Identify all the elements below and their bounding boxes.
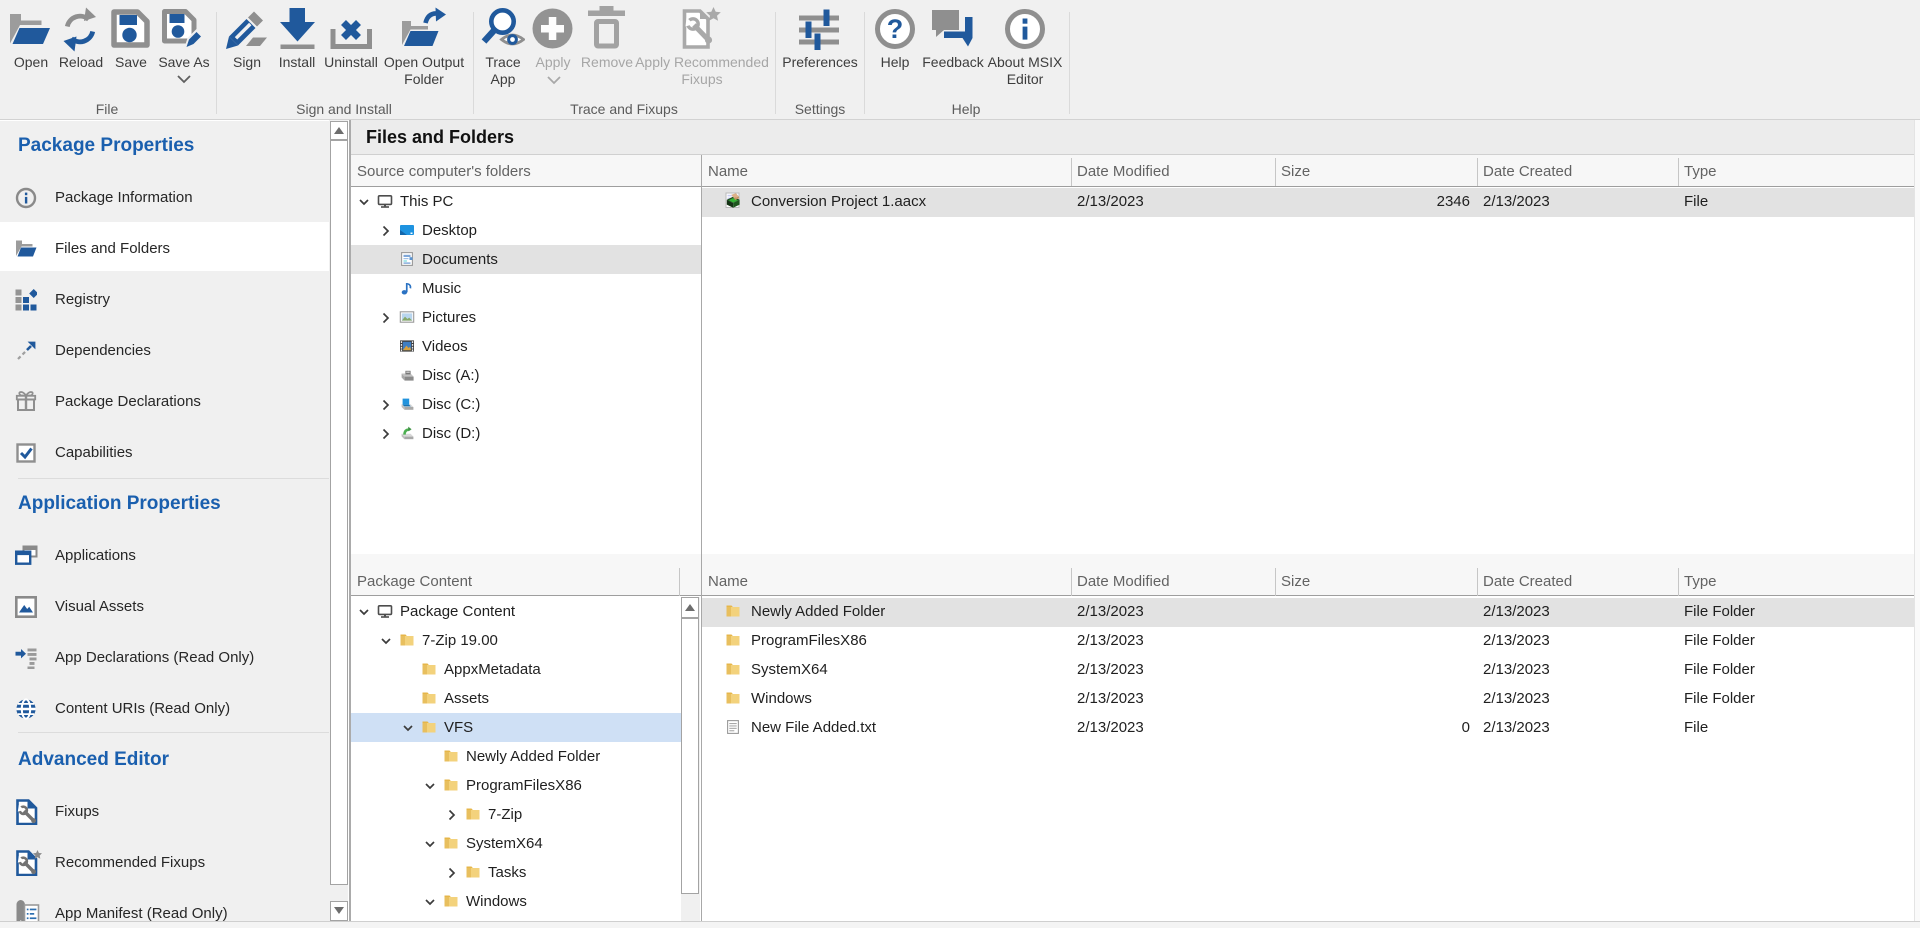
svg-text:?: ? <box>887 14 904 44</box>
